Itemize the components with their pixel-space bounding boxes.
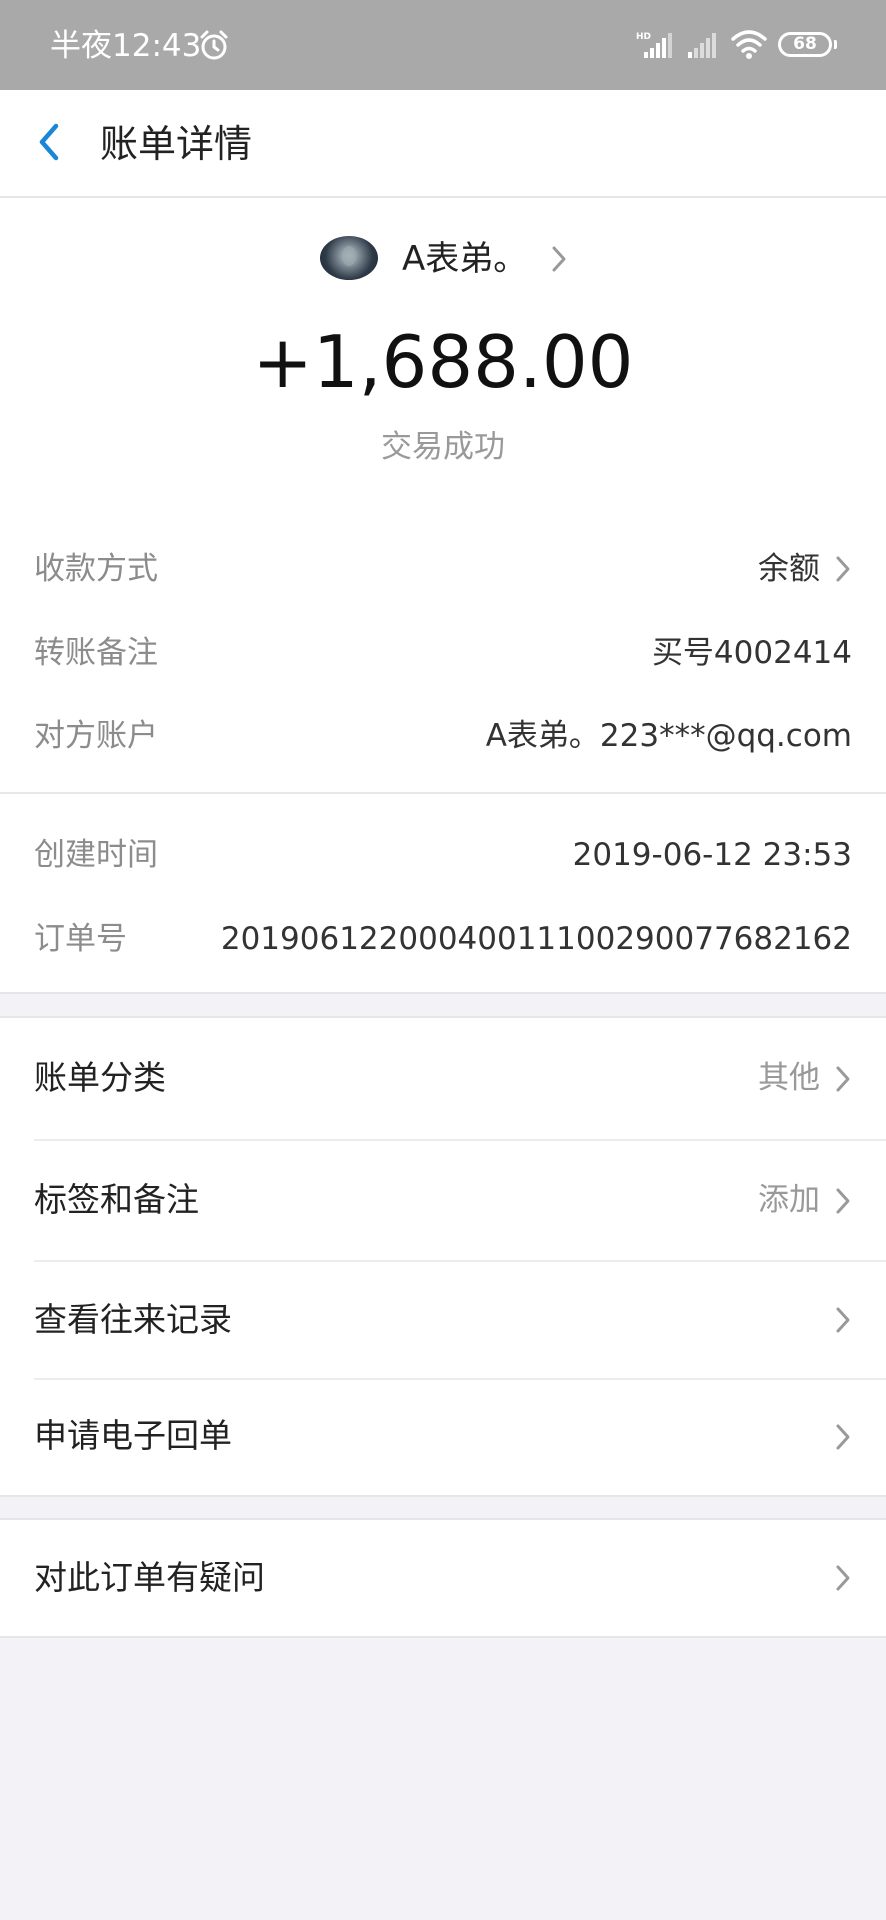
amount: +1,688.00 (252, 320, 634, 404)
nav-bar: 账单详情 (0, 90, 886, 198)
wifi-icon (731, 30, 767, 59)
payee-link[interactable]: A表弟。 (0, 234, 886, 284)
signal-icon (688, 33, 716, 58)
chevron-right-icon (836, 1188, 850, 1214)
chevron-right-icon (836, 1307, 850, 1333)
detail-label: 创建时间 (34, 837, 158, 873)
menu-item-order-question[interactable]: 对此订单有疑问 (0, 1520, 886, 1636)
detail-label: 转账备注 (34, 635, 158, 671)
chevron-left-icon[interactable] (32, 120, 66, 164)
detail-row-order-number: 订单号 20190612200040011100290077682162 (0, 914, 886, 964)
status-bar: 半夜12:43 HD 68 (0, 0, 886, 90)
detail-value: 余额 (758, 551, 820, 587)
detail-label: 订单号 (34, 921, 127, 957)
detail-value: 买号4002414 (651, 635, 852, 671)
detail-row-counterparty: 对方账户 A表弟。223***@qq.com (0, 711, 886, 761)
chevron-right-icon (552, 246, 566, 272)
chevron-right-icon (836, 1424, 850, 1450)
page-title: 账单详情 (100, 122, 253, 166)
detail-value: A表弟。223***@qq.com (485, 718, 852, 754)
alarm-icon (200, 30, 228, 60)
menu-item-e-receipt[interactable]: 申请电子回单 (0, 1378, 886, 1495)
menu-item-value: 添加 (758, 1182, 820, 1218)
menu-item-tags-notes[interactable]: 标签和备注 添加 (0, 1139, 886, 1260)
avatar (320, 236, 378, 280)
detail-row-created-time: 创建时间 2019-06-12 23:53 (0, 830, 886, 880)
menu-item-label: 标签和备注 (34, 1180, 199, 1219)
detail-value: 20190612200040011100290077682162 (220, 921, 852, 957)
menu-group-actions: 账单分类 其他 标签和备注 添加 查看往来记录 申请电子回单 (0, 1016, 886, 1497)
detail-row-transfer-note: 转账备注 买号4002414 (0, 628, 886, 678)
detail-row-payment-method[interactable]: 收款方式 余额 (0, 544, 886, 594)
battery-nub (834, 40, 837, 49)
menu-group-help: 对此订单有疑问 (0, 1518, 886, 1638)
trade-status: 交易成功 (381, 429, 505, 465)
menu-item-label: 申请电子回单 (34, 1416, 232, 1455)
battery-level: 68 (793, 34, 817, 54)
menu-item-label: 查看往来记录 (34, 1300, 232, 1339)
bill-summary-card: A表弟。 +1,688.00 交易成功 收款方式 余额 转账备注 买号40024… (0, 198, 886, 994)
menu-item-label: 对此订单有疑问 (34, 1558, 265, 1597)
menu-item-label: 账单分类 (34, 1058, 166, 1097)
menu-item-bill-category[interactable]: 账单分类 其他 (0, 1018, 886, 1139)
battery-icon: 68 (778, 32, 832, 57)
signal-hd-icon: HD (636, 32, 672, 58)
svg-text:HD: HD (636, 32, 651, 42)
chevron-right-icon (836, 1066, 850, 1092)
divider (0, 792, 886, 794)
detail-label: 对方账户 (34, 718, 158, 754)
menu-item-value: 其他 (758, 1060, 820, 1096)
detail-value: 2019-06-12 23:53 (572, 837, 852, 873)
status-time: 半夜12:43 (50, 28, 202, 64)
detail-label: 收款方式 (34, 551, 158, 587)
menu-item-transaction-history[interactable]: 查看往来记录 (0, 1260, 886, 1378)
chevron-right-icon (836, 556, 850, 582)
chevron-right-icon (836, 1565, 850, 1591)
payee-name: A表弟。 (402, 239, 528, 279)
